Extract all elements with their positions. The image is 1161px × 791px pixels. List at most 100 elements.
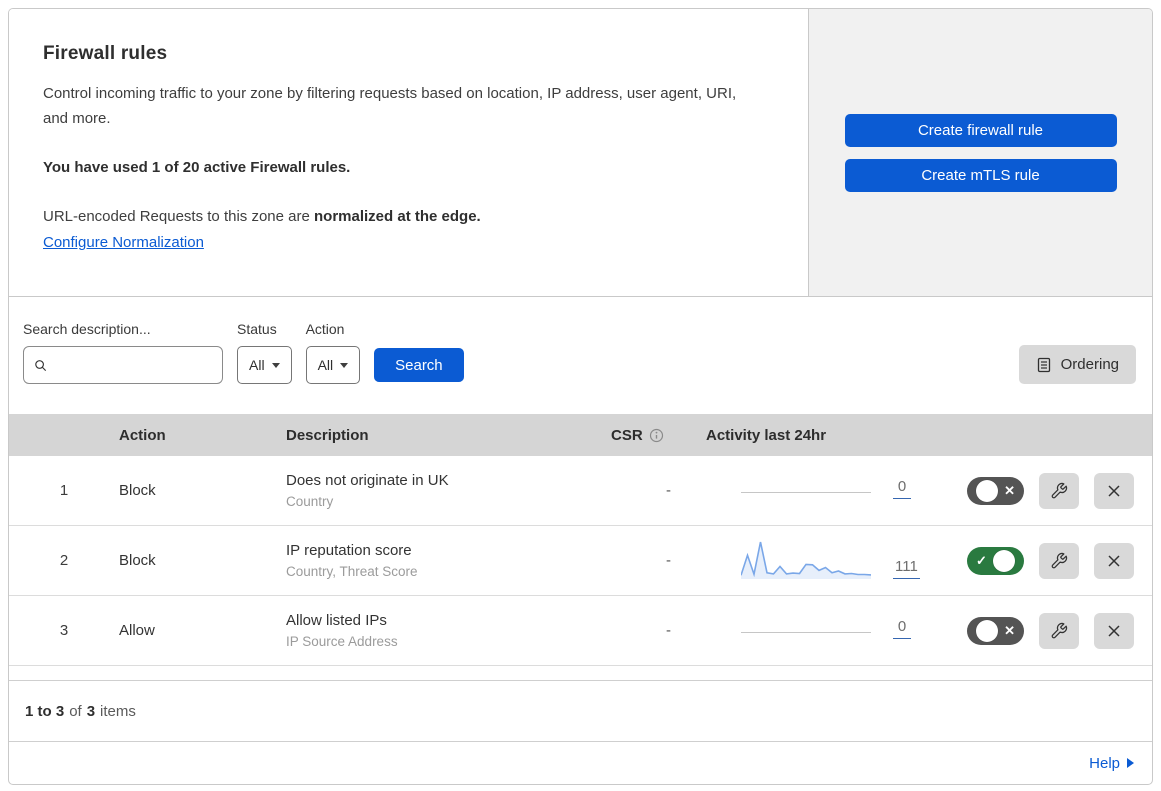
arrow-right-icon — [1127, 758, 1134, 768]
rule-activity-cell: 0 — [706, 478, 929, 503]
rule-action: Block — [119, 552, 156, 569]
normalization-note: URL-encoded Requests to this zone are no… — [43, 208, 772, 225]
rule-csr-value: - — [666, 622, 671, 639]
status-dropdown[interactable]: All — [237, 346, 292, 384]
table-row: 3 Allow Allow listed IPs IP Source Addre… — [9, 596, 1152, 666]
column-action-header: Action — [119, 426, 166, 444]
activity-count-link[interactable]: 0 — [893, 618, 911, 639]
action-label: Action — [305, 321, 345, 337]
toggle-knob — [976, 619, 998, 642]
page-description: Control incoming traffic to your zone by… — [43, 85, 737, 127]
toggle-state-icon: ✓ — [976, 553, 987, 568]
rule-description: Allow listed IPs — [286, 612, 387, 629]
search-input-wrapper — [23, 346, 223, 384]
pagination-summary: 1 to 3 of 3 items — [9, 680, 1152, 741]
rule-description-cell: Does not originate in UK Country — [286, 472, 611, 509]
rule-fields: Country, Threat Score — [286, 564, 418, 579]
wrench-icon — [1051, 482, 1068, 498]
normalization-bold-text: normalized at the edge. — [314, 208, 481, 225]
intro-area: Firewall rules Control incoming traffic … — [9, 9, 809, 296]
activity-sparkline — [741, 541, 871, 579]
activity-flatline — [741, 492, 871, 493]
info-icon[interactable] — [649, 428, 664, 443]
rule-controls: ✕ — [929, 472, 1152, 509]
action-dropdown-value: All — [317, 357, 334, 373]
rule-controls: ✕ — [929, 612, 1152, 649]
column-description-header: Description — [286, 426, 369, 444]
top-section: Firewall rules Control incoming traffic … — [9, 9, 1152, 297]
help-bar: Help — [9, 741, 1152, 784]
search-input[interactable] — [55, 356, 212, 374]
toggle-knob — [993, 549, 1015, 572]
usage-counter: You have used 1 of 20 active Firewall ru… — [43, 159, 351, 176]
filter-bar: Search description... Status All Action … — [9, 297, 1152, 414]
search-group: Search description... — [23, 321, 223, 384]
ordering-button-label: Ordering — [1060, 356, 1119, 373]
items-word: items — [100, 702, 136, 720]
status-label: Status — [237, 321, 277, 337]
rule-priority: 3 — [59, 622, 69, 639]
rule-csr-value: - — [666, 552, 671, 569]
edit-rule-button[interactable] — [1039, 542, 1079, 579]
rule-enabled-toggle[interactable]: ✕ — [967, 476, 1024, 505]
close-icon — [1108, 624, 1120, 637]
search-button[interactable]: Search — [374, 348, 464, 382]
rule-activity-cell: 111 — [706, 539, 929, 583]
rule-action: Allow — [119, 622, 155, 639]
status-filter-group: Status All — [237, 321, 292, 384]
rule-priority: 1 — [59, 482, 69, 499]
table-row: 2 Block IP reputation score Country, Thr… — [9, 526, 1152, 596]
delete-rule-button[interactable] — [1094, 472, 1134, 509]
rule-priority: 2 — [59, 552, 69, 569]
ordering-button[interactable]: Ordering — [1018, 345, 1136, 384]
rule-fields: Country — [286, 494, 334, 509]
csr-header-label: CSR — [611, 426, 643, 444]
delete-rule-button[interactable] — [1094, 542, 1134, 579]
wrench-icon — [1051, 552, 1068, 568]
help-link[interactable]: Help — [1089, 755, 1134, 772]
toggle-state-icon: ✕ — [1004, 483, 1015, 498]
table-row: 1 Block Does not originate in UK Country… — [9, 456, 1152, 526]
close-icon — [1108, 484, 1120, 497]
wrench-icon — [1051, 622, 1068, 638]
activity-count-link[interactable]: 0 — [893, 478, 911, 499]
chevron-down-icon — [340, 362, 349, 368]
firewall-rules-panel: Firewall rules Control incoming traffic … — [8, 8, 1153, 785]
table-spacer — [9, 666, 1152, 680]
action-filter-group: Action All — [305, 321, 361, 384]
search-icon — [35, 359, 47, 371]
search-label: Search description... — [23, 321, 151, 337]
rule-enabled-toggle[interactable]: ✕ — [967, 616, 1024, 645]
rule-controls: ✓ — [929, 542, 1152, 579]
delete-rule-button[interactable] — [1094, 612, 1134, 649]
create-firewall-rule-button[interactable]: Create firewall rule — [844, 113, 1117, 147]
rule-activity-cell: 0 — [706, 618, 929, 643]
status-dropdown-value: All — [249, 357, 265, 373]
normalization-text: URL-encoded Requests to this zone are — [43, 208, 314, 225]
rule-description-cell: IP reputation score Country, Threat Scor… — [286, 542, 611, 579]
rule-enabled-toggle[interactable]: ✓ — [967, 546, 1024, 575]
help-link-label: Help — [1089, 754, 1120, 772]
edit-rule-button[interactable] — [1039, 472, 1079, 509]
items-of-word: of — [69, 702, 82, 720]
items-total: 3 — [86, 702, 96, 720]
rule-fields: IP Source Address — [286, 634, 398, 649]
column-activity-header: Activity last 24hr — [706, 426, 827, 444]
edit-rule-button[interactable] — [1039, 612, 1079, 649]
table-header: Action Description CSR Activity last 24h… — [9, 414, 1152, 456]
rule-action: Block — [119, 482, 156, 499]
activity-flatline — [741, 632, 871, 633]
create-mtls-rule-button[interactable]: Create mTLS rule — [844, 158, 1117, 192]
activity-count-link[interactable]: 111 — [893, 558, 920, 579]
rule-description-cell: Allow listed IPs IP Source Address — [286, 612, 611, 649]
configure-normalization-link[interactable]: Configure Normalization — [43, 234, 204, 251]
toggle-state-icon: ✕ — [1004, 623, 1015, 638]
rule-csr-value: - — [666, 482, 671, 499]
action-dropdown[interactable]: All — [305, 346, 361, 384]
toggle-knob — [976, 479, 998, 502]
action-panel: Create firewall rule Create mTLS rule — [809, 9, 1152, 296]
chevron-down-icon — [271, 362, 280, 368]
column-csr-header: CSR — [611, 427, 706, 444]
close-icon — [1108, 554, 1120, 567]
rule-description: Does not originate in UK — [286, 472, 449, 489]
